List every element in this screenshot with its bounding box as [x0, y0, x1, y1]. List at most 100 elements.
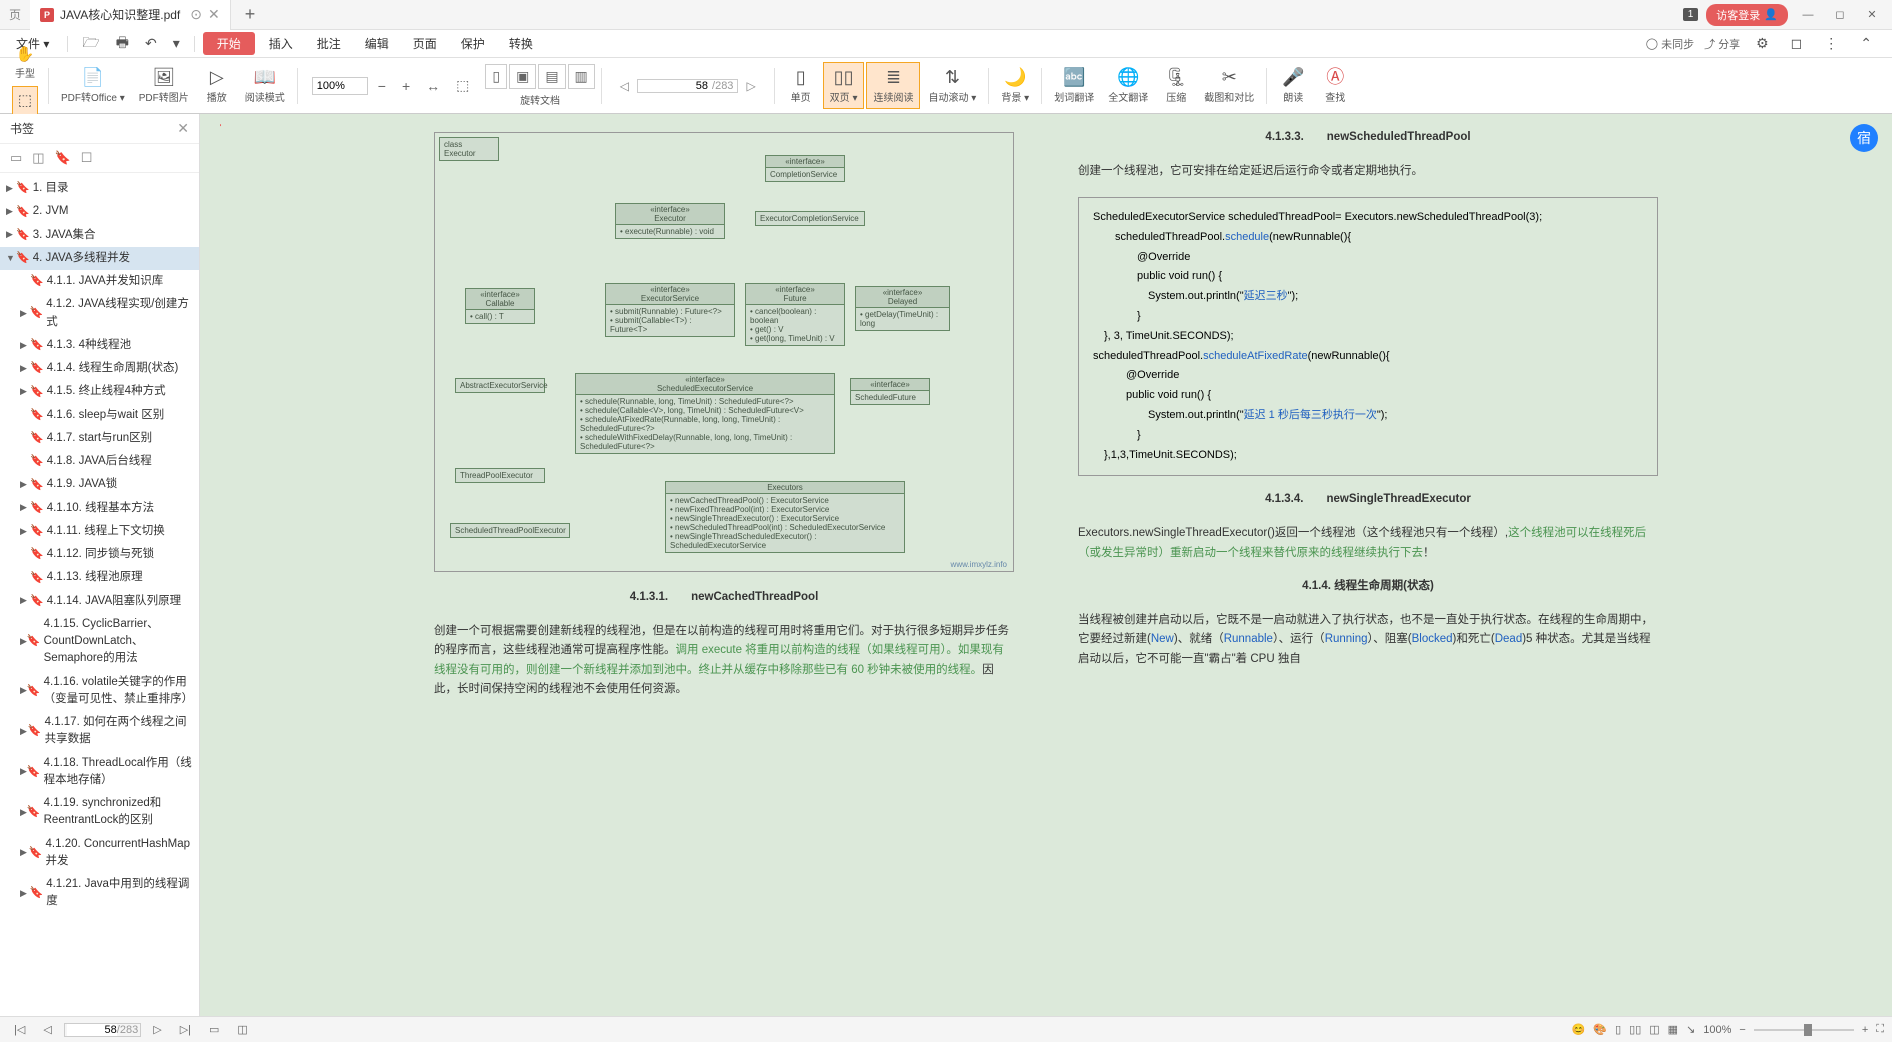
fit-width-icon[interactable]: ↔ — [420, 76, 446, 96]
login-button[interactable]: 访客登录 👤 — [1706, 4, 1788, 26]
nav-next-icon[interactable]: ▷ — [147, 1021, 167, 1038]
status-emoji-1[interactable]: 😊 — [1572, 1023, 1586, 1036]
bookmark-item[interactable]: ▶🔖4.1.14. JAVA阻塞队列原理 — [0, 590, 199, 613]
auto-scroll-button[interactable]: ⇅自动滚动 ▾ — [922, 63, 982, 109]
sync-status[interactable]: ◯ 未同步 — [1646, 36, 1694, 52]
bookmark-item[interactable]: ▶🔖4.1.21. Java中用到的线程调度 — [0, 873, 199, 914]
nav-first-icon[interactable]: |◁ — [8, 1021, 31, 1038]
status-icon-2[interactable]: ◫ — [231, 1021, 253, 1038]
bookmark-item[interactable]: ▶🔖4.1.20. ConcurrentHashMap并发 — [0, 833, 199, 874]
menu-annotate[interactable]: 批注 — [307, 32, 351, 55]
pdf-to-office-button[interactable]: 📄PDF转Office ▾ — [55, 63, 131, 109]
find-button[interactable]: Ⓐ查找 — [1315, 63, 1355, 109]
translate-full-button[interactable]: 🌐全文翻译 — [1102, 63, 1154, 109]
print-icon[interactable]: 🖶 — [110, 29, 135, 59]
view-1[interactable]: ▯ — [485, 64, 507, 89]
bookmark-item[interactable]: ▶🔖3. JAVA集合 — [0, 224, 199, 247]
menu-protect[interactable]: 保护 — [451, 32, 495, 55]
background-button[interactable]: 🌙背景 ▾ — [995, 63, 1035, 109]
maximize-icon[interactable]: ◻ — [1828, 8, 1852, 21]
open-icon[interactable]: 🗁 — [76, 29, 105, 59]
bookmark-item[interactable]: ▶🔖4.1.3. 4种线程池 — [0, 334, 199, 357]
single-page-button[interactable]: ▯单页 — [781, 63, 821, 109]
bookmark-item[interactable]: ▶🔖4.1.2. JAVA线程实现/创建方式 — [0, 293, 199, 334]
share-button[interactable]: ⤴ 分享 — [1704, 36, 1740, 52]
prev-tab[interactable]: 页 — [0, 6, 30, 23]
bookmark-item[interactable]: ▶🔖4.1.4. 线程生命周期(状态) — [0, 357, 199, 380]
double-page-button[interactable]: ▯▯双页 ▾ — [823, 62, 865, 110]
document-tab[interactable]: P JAVA核心知识整理.pdf ⊙ ✕ — [30, 0, 231, 30]
menu-convert[interactable]: 转换 — [499, 32, 543, 55]
expand-icon[interactable]: ⌃ — [1854, 32, 1878, 55]
bookmark-item[interactable]: ▶🔖4.1.5. 终止线程4种方式 — [0, 380, 199, 403]
play-button[interactable]: ▷播放 — [197, 63, 237, 109]
undo-icon[interactable]: ↶ — [139, 32, 163, 55]
bookmark-item[interactable]: 🔖4.1.12. 同步锁与死锁 — [0, 543, 199, 566]
document-view[interactable]: 宿 class Executor «interface»CompletionSe… — [200, 114, 1892, 1016]
zoom-in-icon[interactable]: + — [396, 76, 416, 96]
page-next-icon[interactable]: ▷ — [742, 79, 759, 93]
bookmark-item[interactable]: 🔖4.1.6. sleep与wait 区别 — [0, 404, 199, 427]
status-view-2[interactable]: ▯▯ — [1629, 1023, 1641, 1036]
bookmark-tree[interactable]: ▶🔖1. 目录▶🔖2. JVM▶🔖3. JAVA集合▼🔖4. JAVA多线程并发… — [0, 173, 199, 1016]
bookmark-item[interactable]: ▶🔖4.1.19. synchronized和ReentrantLock的区别 — [0, 792, 199, 833]
bookmark-item[interactable]: ▶🔖4.1.16. volatile关键字的作用（变量可见性、禁止重排序） — [0, 671, 199, 712]
bookmark-item[interactable]: ▶🔖4.1.18. ThreadLocal作用（线程本地存储） — [0, 752, 199, 793]
bm-tool-4[interactable]: ☐ — [81, 150, 93, 166]
menu-insert[interactable]: 插入 — [259, 32, 303, 55]
continuous-button[interactable]: ≣连续阅读 — [866, 62, 920, 110]
bookmark-item[interactable]: 🔖4.1.13. 线程池原理 — [0, 566, 199, 589]
bookmark-item[interactable]: 🔖4.1.8. JAVA后台线程 — [0, 450, 199, 473]
menu-page[interactable]: 页面 — [403, 32, 447, 55]
bookmark-item[interactable]: ▼🔖4. JAVA多线程并发 — [0, 247, 199, 270]
menu-start[interactable]: 开始 — [203, 32, 255, 55]
bookmark-item[interactable]: 🔖4.1.1. JAVA并发知识库 — [0, 270, 199, 293]
more-icon[interactable]: ⋮ — [1818, 32, 1844, 55]
bookmark-item[interactable]: ▶🔖1. 目录 — [0, 177, 199, 200]
zoom-slider[interactable] — [1754, 1029, 1854, 1031]
zoom-in-status-icon[interactable]: + — [1862, 1024, 1868, 1036]
page-prev-icon[interactable]: ◁ — [616, 79, 633, 93]
minimize-icon[interactable]: — — [1796, 9, 1820, 21]
page-input[interactable] — [638, 80, 708, 92]
nav-last-icon[interactable]: ▷| — [174, 1021, 197, 1038]
close-tab-icon[interactable]: ✕ — [208, 6, 220, 23]
status-emoji-2[interactable]: 🎨 — [1593, 1023, 1607, 1036]
zoom-select[interactable] — [312, 77, 368, 95]
close-panel-icon[interactable]: ✕ — [177, 120, 189, 137]
bookmark-item[interactable]: 🔖4.1.7. start与run区别 — [0, 427, 199, 450]
read-mode-button[interactable]: 📖阅读模式 — [239, 63, 291, 109]
bookmark-item[interactable]: ▶🔖4.1.17. 如何在两个线程之间共享数据 — [0, 711, 199, 752]
fit-page-icon[interactable]: ⬚ — [450, 75, 475, 96]
bookmark-item[interactable]: ▶🔖4.1.10. 线程基本方法 — [0, 497, 199, 520]
fullscreen-icon[interactable]: ⛶ — [1876, 1023, 1884, 1036]
zoom-out-status-icon[interactable]: − — [1739, 1024, 1745, 1036]
hand-tool[interactable]: ✋手型 — [12, 41, 38, 84]
status-icon-1[interactable]: ▭ — [203, 1021, 225, 1038]
pdf-to-image-button[interactable]: 🖼PDF转图片 — [133, 63, 195, 109]
bookmark-item[interactable]: ▶🔖4.1.11. 线程上下文切换 — [0, 520, 199, 543]
status-view-4[interactable]: ▦ — [1668, 1023, 1678, 1036]
nav-prev-icon[interactable]: ◁ — [37, 1021, 57, 1038]
view-4[interactable]: ▥ — [568, 64, 595, 89]
screenshot-button[interactable]: ✂截图和对比 — [1198, 63, 1260, 109]
zoom-out-icon[interactable]: − — [372, 76, 392, 96]
view-2[interactable]: ▣ — [509, 64, 536, 89]
bm-tool-1[interactable]: ▭ — [10, 150, 22, 166]
bookmark-item[interactable]: ▶🔖2. JVM — [0, 200, 199, 223]
notification-badge[interactable]: 1 — [1683, 8, 1699, 21]
bm-tool-2[interactable]: ◫ — [32, 150, 44, 166]
redo-icon[interactable]: ▾ — [167, 32, 186, 55]
translate-selection-button[interactable]: 🔤划词翻译 — [1048, 63, 1100, 109]
bookmark-item[interactable]: ▶🔖4.1.9. JAVA锁 — [0, 473, 199, 496]
status-view-5[interactable]: ↘ — [1686, 1023, 1695, 1036]
menu-edit[interactable]: 编辑 — [355, 32, 399, 55]
settings-icon[interactable]: ⚙ — [1750, 32, 1775, 55]
bm-tool-3[interactable]: 🔖 — [55, 150, 71, 166]
close-window-icon[interactable]: ✕ — [1860, 8, 1884, 21]
read-aloud-button[interactable]: 🎤朗读 — [1273, 63, 1313, 109]
compress-button[interactable]: 🗜压缩 — [1156, 63, 1196, 109]
window-icon[interactable]: ◻ — [1785, 32, 1809, 55]
status-page-input[interactable] — [67, 1024, 117, 1036]
add-tab-button[interactable]: + — [231, 4, 270, 25]
